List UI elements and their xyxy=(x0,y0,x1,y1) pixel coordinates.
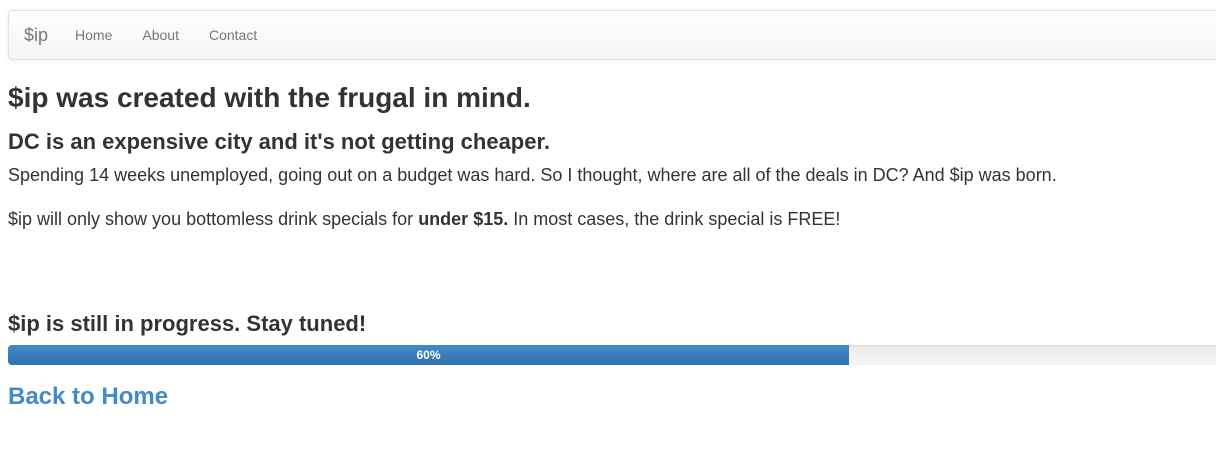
specials-price-limit: under $15. xyxy=(418,209,509,229)
progress-track: 60% xyxy=(8,345,1216,365)
specials-paragraph: $ip will only show you bottomless drink … xyxy=(8,206,1208,232)
nav-link-contact[interactable]: Contact xyxy=(209,27,257,43)
page-title: $ip was created with the frugal in mind. xyxy=(8,82,531,113)
back-to-home-link[interactable]: Back to Home xyxy=(8,383,168,411)
page-subtitle: DC is an expensive city and it's not get… xyxy=(8,129,550,154)
main-content: $ip was created with the frugal in mind.… xyxy=(8,80,1216,410)
nav-link-about[interactable]: About xyxy=(142,27,179,43)
intro-paragraph: Spending 14 weeks unemployed, going out … xyxy=(8,165,1057,185)
navbar: $ip Home About Contact xyxy=(8,10,1216,60)
specials-text-after: In most cases, the drink special is FREE… xyxy=(508,209,841,229)
progress-title: $ip is still in progress. Stay tuned! xyxy=(8,311,367,336)
nav-link-home[interactable]: Home xyxy=(75,27,112,43)
progress-bar: 60% xyxy=(8,345,849,365)
specials-text-before: $ip will only show you bottomless drink … xyxy=(8,209,419,229)
brand-link[interactable]: $ip xyxy=(24,25,48,46)
